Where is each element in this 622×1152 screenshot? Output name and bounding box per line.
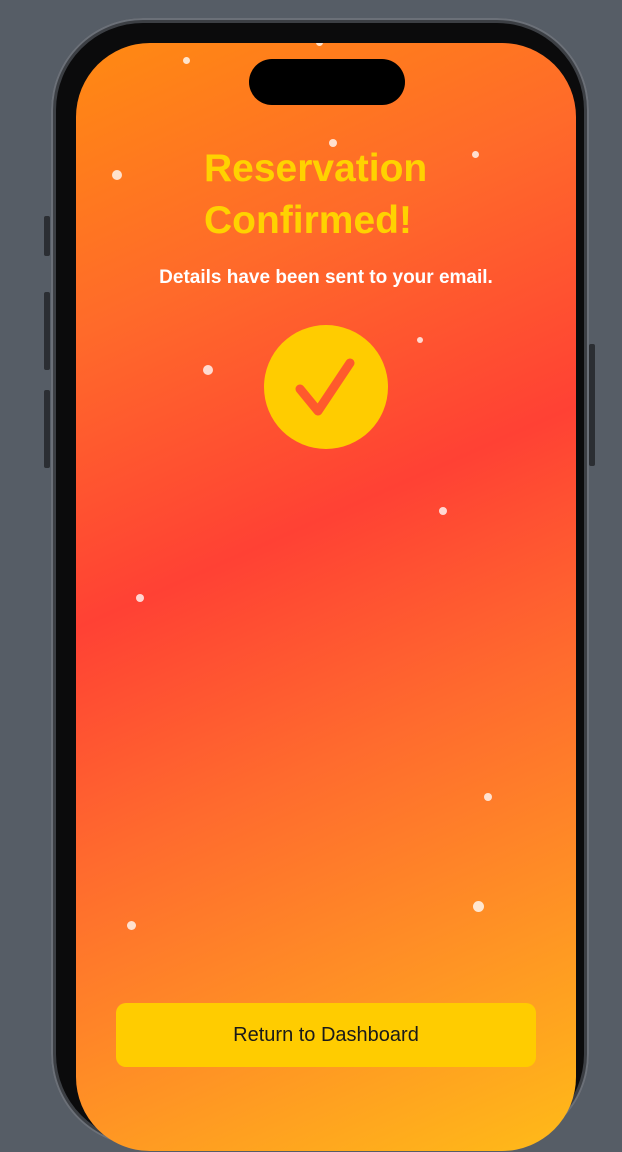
device-canvas: Reservation Confirmed! Details have been… <box>0 0 622 1152</box>
confetti-dot <box>183 57 190 64</box>
volume-up-button <box>44 292 50 370</box>
action-button <box>44 216 50 256</box>
confetti-dot <box>316 43 323 46</box>
page-title-line1: Reservation <box>204 147 428 190</box>
confirmation-screen: Reservation Confirmed! Details have been… <box>76 43 576 1151</box>
checkmark-icon <box>295 358 355 416</box>
phone-frame: Reservation Confirmed! Details have been… <box>51 18 589 1151</box>
page-title-line2: Confirmed! <box>204 199 412 242</box>
confetti-dot <box>127 921 136 930</box>
confetti-dot <box>439 507 447 515</box>
return-to-dashboard-button[interactable]: Return to Dashboard <box>116 1003 536 1067</box>
confirmation-subtitle: Details have been sent to your email. <box>159 267 493 288</box>
page-title: Reservation Confirmed! <box>204 143 504 247</box>
confetti-dot <box>484 793 492 801</box>
confetti-dot <box>473 901 484 912</box>
confetti-dot <box>136 594 144 602</box>
confetti-dot <box>112 170 122 180</box>
phone-bezel: Reservation Confirmed! Details have been… <box>56 23 584 1151</box>
volume-down-button <box>44 390 50 468</box>
dynamic-island <box>249 59 405 105</box>
success-badge <box>264 325 388 449</box>
confetti-dot <box>203 365 213 375</box>
confetti-dot <box>417 337 423 343</box>
side-power-button <box>589 344 595 466</box>
